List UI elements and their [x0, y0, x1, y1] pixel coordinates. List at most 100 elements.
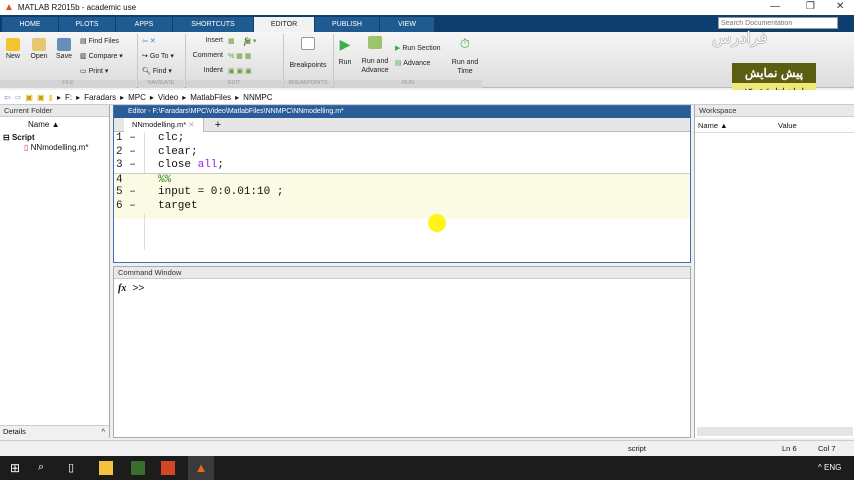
run-and-time-button[interactable]: ⏱ Run and Time — [450, 36, 480, 76]
back-icon[interactable]: ⇦ — [4, 93, 11, 102]
group-label-edit: EDIT — [186, 80, 282, 88]
workspace-name-header[interactable]: Name ▲ — [698, 121, 778, 132]
code-line[interactable]: 2 – clear; — [114, 146, 690, 160]
find-icon: 🔍︎ — [142, 68, 153, 75]
save-button[interactable]: Save — [54, 38, 74, 60]
find-files-icon: ▤ — [80, 38, 89, 45]
back-forward-icon[interactable]: ⇦ ✕ — [142, 37, 156, 45]
line-number: 1 – — [116, 132, 136, 144]
path-segment[interactable]: MPC — [128, 93, 146, 102]
indent-button[interactable]: Indent — [190, 67, 223, 74]
tree-group-script[interactable]: ⊟ Script — [0, 129, 109, 142]
run-and-advance-button[interactable]: Run and Advance — [358, 36, 392, 75]
run-advance-icon — [368, 36, 382, 49]
file-explorer-icon[interactable] — [99, 461, 113, 475]
run-time-icon: ⏱ — [459, 36, 471, 51]
tab-publish[interactable]: PUBLISH — [315, 17, 379, 32]
path-segment[interactable]: Video — [158, 93, 178, 102]
save-icon — [57, 38, 71, 51]
tab-shortcuts[interactable]: SHORTCUTS — [173, 17, 253, 32]
function-browser-icon[interactable]: fx — [118, 283, 126, 294]
code-line[interactable]: 6 – target — [114, 199, 690, 213]
path-segment[interactable]: Faradars — [84, 93, 116, 102]
status-mode: script — [628, 444, 646, 453]
print-button[interactable]: ▭ Print ▾ — [80, 67, 108, 75]
address-bar[interactable]: ⇦ ⇨ ▣ ▣ ▮ ▸ F: ▸ Faradars ▸ MPC ▸ Video ▸ Mat… — [0, 90, 854, 105]
language-indicator[interactable]: ^ ENG — [818, 463, 841, 472]
name-column-header[interactable]: Name ▲ — [0, 117, 109, 129]
file-icon: ▯ — [24, 143, 29, 152]
workspace-value-header[interactable]: Value — [778, 121, 797, 132]
run-section-button[interactable]: ▶ Run Section — [395, 44, 440, 52]
details-bar[interactable]: Details ^ — [0, 425, 109, 438]
code-line[interactable]: 5 – input = 0:0.01:10 ; — [114, 186, 690, 200]
open-button[interactable]: Open — [28, 38, 50, 60]
run-icon: ▶ — [339, 36, 351, 52]
browse-folder-icon[interactable]: ▣ — [37, 93, 45, 102]
print-icon: ▭ — [80, 68, 89, 75]
close-tab-icon[interactable]: ✕ — [188, 120, 194, 129]
line-number: 4 — [116, 173, 123, 186]
windows-start-icon[interactable]: ⊞ — [10, 461, 24, 475]
line-number: 2 – — [116, 145, 136, 158]
compare-icon: ▥ — [80, 53, 89, 60]
new-tab-button[interactable]: + — [210, 118, 226, 132]
close-button[interactable]: ✕ — [836, 1, 844, 12]
up-folder-icon[interactable]: ▣ — [25, 93, 33, 102]
group-label-breakpoints: BREAKPOINTS — [284, 80, 332, 88]
code-text: input = 0:0.01:10 ; — [158, 186, 284, 198]
editor-file-tab[interactable]: NNmodelling.m* ✕ — [124, 118, 204, 132]
path-segment[interactable]: F: — [65, 93, 72, 102]
find-files-button[interactable]: ▤ Find Files — [80, 37, 119, 45]
status-column: Col 7 — [818, 444, 836, 453]
powerpoint-icon[interactable] — [161, 461, 175, 475]
current-folder-title: Current Folder — [0, 105, 109, 117]
code-text: %% — [158, 173, 172, 186]
code-line[interactable]: 4 %% — [114, 172, 690, 186]
run-button[interactable]: ▶ Run — [336, 36, 354, 66]
minimize-button[interactable]: — — [770, 1, 780, 12]
indent-tools-icon[interactable]: ▣ ▣ ▣ — [228, 67, 252, 75]
find-button[interactable]: 🔍︎ Find ▾ — [142, 67, 172, 75]
tab-view[interactable]: VIEW — [380, 17, 434, 32]
tab-apps[interactable]: APPS — [116, 17, 172, 32]
status-bar: script Ln 6 Col 7 — [0, 440, 854, 455]
line-number: 5 – — [116, 186, 136, 198]
edit-tools-icon[interactable]: ▦ ▣ ▾ — [228, 37, 256, 45]
editor-title: Editor - F:\Faradars\MPC\Video\MatlabFil… — [114, 106, 690, 118]
line-number: 6 – — [116, 199, 136, 212]
window-title: MATLAB R2015b - academic use — [17, 3, 137, 12]
code-line[interactable]: 3 – close all; — [114, 159, 690, 173]
app-icon[interactable] — [131, 461, 145, 475]
folder-icon — [32, 38, 46, 51]
command-window-title: Command Window — [114, 267, 690, 279]
tab-home[interactable]: HOME — [2, 17, 58, 32]
file-item[interactable]: ▯ NNmodelling.m* — [0, 142, 109, 152]
title-bar: ▲ MATLAB R2015b - academic use — ❐ ✕ — [0, 0, 854, 15]
tab-plots[interactable]: PLOTS — [59, 17, 115, 32]
path-segment[interactable]: NNMPC — [243, 93, 272, 102]
workspace-panel: Workspace Name ▲ Value — [694, 105, 854, 438]
advance-button[interactable]: ▤ Advance — [395, 59, 430, 67]
task-view-icon[interactable]: ▯ — [68, 461, 82, 475]
goto-button[interactable]: ↪ Go To ▾ — [142, 52, 174, 60]
search-icon[interactable]: ⌕ — [38, 461, 52, 475]
code-text: target — [158, 199, 198, 212]
comment-button[interactable]: Comment — [188, 52, 223, 59]
taskbar: ⊞ ⌕ ▯ ▲ ^ ENG — [0, 456, 854, 480]
restore-button[interactable]: ❐ — [806, 1, 815, 12]
workspace-horizontal-scrollbar[interactable] — [697, 427, 853, 436]
command-window[interactable]: Command Window fx >> — [113, 266, 691, 438]
compare-button[interactable]: ▥ Compare ▾ — [80, 52, 123, 60]
folder-icon: ▮ — [48, 92, 53, 102]
forward-icon[interactable]: ⇨ — [15, 93, 22, 102]
insert-button[interactable]: Insert — [190, 37, 223, 44]
code-area[interactable]: 1 – clc; 2 – clear; 3 – close all; 4 %% 5 – inpu… — [114, 132, 690, 250]
new-button[interactable]: New — [4, 38, 22, 60]
matlab-taskbar-icon[interactable]: ▲ — [188, 456, 214, 480]
comment-tools-icon[interactable]: % ▦ ▦ — [228, 52, 251, 60]
breakpoints-button[interactable]: Breakpoints — [287, 37, 329, 69]
path-segment[interactable]: MatlabFiles — [190, 93, 231, 102]
code-line[interactable]: 1 – clc; — [114, 132, 690, 146]
tab-editor[interactable]: EDITOR — [254, 17, 314, 32]
